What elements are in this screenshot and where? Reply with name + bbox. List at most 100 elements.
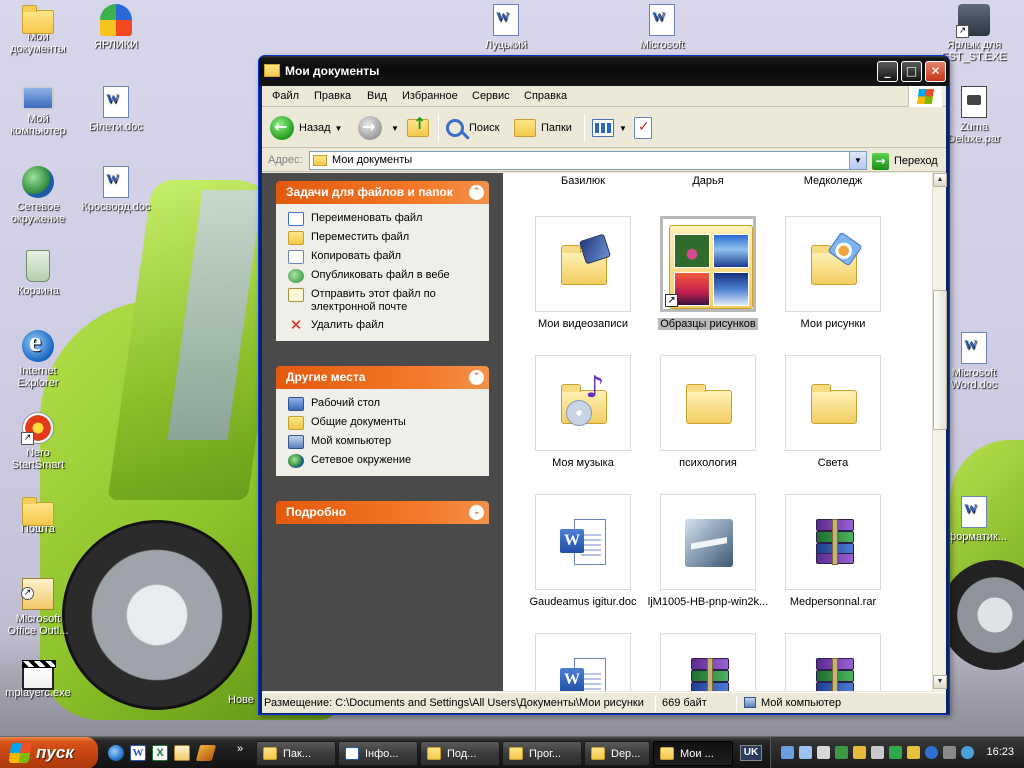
- desktop-icon-recycle-bin[interactable]: Корзина: [0, 250, 76, 297]
- menu-edit[interactable]: Правка: [314, 90, 351, 102]
- file-item-pictures-folder[interactable]: Мои рисунки: [770, 216, 896, 330]
- tasks-toggle-button[interactable]: [634, 114, 657, 142]
- start-button[interactable]: пуск: [0, 737, 98, 768]
- language-indicator[interactable]: UK: [740, 745, 762, 761]
- quicklaunch-word-icon[interactable]: W: [130, 745, 146, 761]
- address-dropdown-icon[interactable]: ▼: [849, 152, 866, 169]
- desktop-icon-microsoft[interactable]: Microsoft: [624, 4, 700, 51]
- task-copy-file[interactable]: Копировать файл: [288, 250, 479, 264]
- desktop-icon-lutskyi[interactable]: Луцький: [468, 4, 544, 51]
- place-network[interactable]: Сетевое окружение: [288, 454, 479, 468]
- tray-hash-icon[interactable]: [889, 746, 902, 759]
- taskbar-button[interactable]: Dep...: [584, 741, 650, 766]
- desktop-icon-shortcuts[interactable]: ЯРЛИКИ: [78, 4, 154, 51]
- taskbar-button[interactable]: Пак...: [256, 741, 336, 766]
- details-header[interactable]: Подробно ⌄: [276, 501, 489, 524]
- forward-button[interactable]: ▼: [358, 114, 399, 142]
- tray-antivirus-icon[interactable]: [961, 746, 974, 759]
- file-item-word-doc[interactable]: W Gaudeamus igitur.doc: [520, 494, 646, 608]
- up-folder-button[interactable]: [407, 114, 434, 142]
- quicklaunch-winamp-icon[interactable]: [195, 745, 217, 761]
- file-item-video-folder[interactable]: Мои видеозаписи: [520, 216, 646, 330]
- tray-network-icon[interactable]: [781, 746, 794, 759]
- file-item-music-folder[interactable]: ♪ Моя музыка: [520, 355, 646, 469]
- place-shared-documents[interactable]: Общие документы: [288, 416, 479, 430]
- clock[interactable]: 16:23: [986, 746, 1014, 758]
- task-email-file[interactable]: Отправить этот файл по электронной почте: [288, 288, 479, 314]
- expand-chevron-icon[interactable]: ⌄: [469, 505, 484, 520]
- tray-security-icon[interactable]: [907, 746, 920, 759]
- desktop-icon-partial[interactable]: Нове: [228, 694, 262, 706]
- scroll-up-button[interactable]: ▲: [933, 173, 947, 187]
- menu-favorites[interactable]: Избранное: [402, 90, 458, 102]
- menu-view[interactable]: Вид: [367, 90, 387, 102]
- menu-file[interactable]: Файл: [272, 90, 299, 102]
- quicklaunch-ie-icon[interactable]: [108, 745, 124, 761]
- file-tasks-header[interactable]: Задачи для файлов и папок ⌃: [276, 181, 489, 204]
- task-delete-file[interactable]: ✕ Удалить файл: [288, 318, 479, 333]
- collapse-chevron-icon[interactable]: ⌃: [469, 185, 484, 200]
- desktop-icon-mplayerc[interactable]: mplayerc.exe: [0, 660, 76, 699]
- back-button[interactable]: Назад ▼: [270, 114, 342, 142]
- maximize-button[interactable]: □: [901, 61, 922, 82]
- back-dropdown-icon[interactable]: ▼: [335, 124, 343, 133]
- quicklaunch-more-button[interactable]: »: [237, 743, 243, 755]
- tray-misc-icon[interactable]: [943, 746, 956, 759]
- tray-volume-icon[interactable]: [871, 746, 884, 759]
- taskbar-button[interactable]: Прог...: [502, 741, 582, 766]
- search-button[interactable]: Поиск: [446, 114, 499, 142]
- desktop-icon-internet-explorer[interactable]: Internet Explorer: [0, 327, 76, 389]
- scroll-down-button[interactable]: ▼: [933, 675, 947, 689]
- place-my-computer[interactable]: Мой компьютер: [288, 435, 479, 449]
- quicklaunch-outlook-icon[interactable]: [174, 745, 190, 761]
- desktop-icon-my-computer[interactable]: Мой компьютер: [0, 86, 76, 137]
- file-item[interactable]: Базилюк: [520, 173, 646, 187]
- views-dropdown-icon[interactable]: ▼: [619, 124, 627, 133]
- go-button[interactable]: → Переход: [872, 152, 938, 170]
- vertical-scrollbar[interactable]: ▲ ▼: [932, 173, 947, 691]
- desktop-icon-bileti-doc[interactable]: Білети.doc: [78, 86, 154, 133]
- tray-display-icon[interactable]: [799, 746, 812, 759]
- forward-dropdown-icon[interactable]: ▼: [391, 124, 399, 133]
- taskbar-button[interactable]: Под...: [420, 741, 500, 766]
- collapse-chevron-icon[interactable]: ⌃: [469, 370, 484, 385]
- desktop-icon-nero[interactable]: Nero StartSmart: [0, 412, 76, 471]
- file-item-rar[interactable]: [770, 633, 896, 691]
- desktop-icon-outlook[interactable]: Microsoft Office Outl...: [0, 578, 76, 637]
- file-item[interactable]: Дарья: [645, 173, 771, 187]
- close-button[interactable]: ✕: [925, 61, 946, 82]
- file-item-word-doc[interactable]: W: [520, 633, 646, 691]
- minimize-button[interactable]: _: [877, 61, 898, 82]
- desktop-icon-my-documents[interactable]: Мои документы: [0, 4, 76, 55]
- desktop-icon-est-shortcut[interactable]: Ярлык для EST_ST.EXE: [936, 4, 1012, 63]
- window-titlebar[interactable]: Мои документы _ □ ✕: [259, 56, 949, 86]
- tray-app-icon[interactable]: [835, 746, 848, 759]
- file-item-folder[interactable]: психология: [645, 355, 771, 469]
- quicklaunch-excel-icon[interactable]: X: [152, 745, 168, 761]
- address-input[interactable]: Мои документы ▼: [309, 151, 867, 170]
- tray-device-icon[interactable]: [817, 746, 830, 759]
- file-item-rar[interactable]: [645, 633, 771, 691]
- desktop-icon-krosvord-doc[interactable]: Кросворд.doc: [78, 166, 154, 213]
- file-item-rar[interactable]: Medpersonnal.rar: [770, 494, 896, 608]
- file-item[interactable]: Медколедж: [770, 173, 896, 187]
- file-item-sample-pictures[interactable]: ↗ Образцы рисунков: [645, 216, 771, 330]
- file-item-hp-installer[interactable]: ljM1005-HB-pnp-win2k...: [645, 494, 771, 608]
- task-rename-file[interactable]: Переименовать файл: [288, 212, 479, 226]
- desktop-icon-mail-folder[interactable]: Пошта: [0, 496, 76, 535]
- menu-help[interactable]: Справка: [524, 90, 567, 102]
- desktop-icon-network[interactable]: Сетевое окружение: [0, 166, 76, 225]
- taskbar-button-active[interactable]: Мои ...: [653, 741, 733, 766]
- folders-button[interactable]: Папки: [514, 114, 572, 142]
- taskbar-button[interactable]: Інфо...: [338, 741, 418, 766]
- tray-globe-icon[interactable]: [925, 746, 938, 759]
- other-places-header[interactable]: Другие места ⌃: [276, 366, 489, 389]
- task-move-file[interactable]: Переместить файл: [288, 231, 479, 245]
- menu-tools[interactable]: Сервис: [472, 90, 510, 102]
- scroll-thumb[interactable]: [933, 290, 947, 430]
- views-button[interactable]: ▼: [592, 114, 627, 142]
- file-item-folder[interactable]: Света: [770, 355, 896, 469]
- place-desktop[interactable]: Рабочий стол: [288, 397, 479, 411]
- task-publish-web[interactable]: Опубликовать файл в вебе: [288, 269, 479, 283]
- tray-update-icon[interactable]: [853, 746, 866, 759]
